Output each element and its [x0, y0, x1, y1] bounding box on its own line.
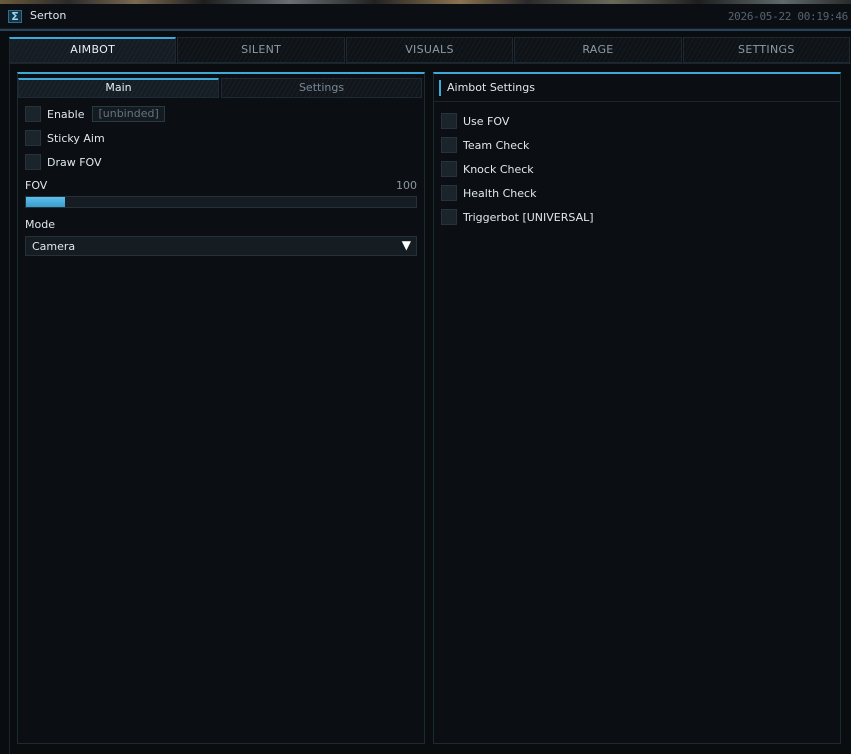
sub-tabs: Main Settings: [18, 78, 424, 98]
section-title: Aimbot Settings: [439, 80, 535, 96]
main-tabs: AIMBOT SILENT VISUALS RAGE SETTINGS: [9, 37, 851, 63]
enable-keybind-button[interactable]: [unbinded]: [92, 106, 165, 122]
use-fov-checkbox[interactable]: [441, 113, 457, 129]
tab-settings[interactable]: SETTINGS: [682, 37, 851, 63]
triggerbot-label: Triggerbot [UNIVERSAL]: [463, 210, 594, 224]
mode-dropdown-value: Camera: [32, 240, 76, 253]
use-fov-label: Use FOV: [463, 114, 510, 128]
subtab-main[interactable]: Main: [18, 78, 219, 98]
datetime-readout: 2026-05-22 00:19:46: [727, 10, 848, 23]
enable-label: Enable: [47, 107, 85, 121]
fov-slider-value: 100: [396, 179, 417, 192]
enable-checkbox[interactable]: [25, 106, 41, 122]
chevron-down-icon: ▼: [401, 238, 411, 252]
fov-slider-fill: [26, 197, 65, 207]
tab-silent[interactable]: SILENT: [177, 37, 345, 63]
subtab-settings[interactable]: Settings: [221, 78, 422, 98]
team-check-row: Team Check: [441, 136, 529, 154]
mode-label: Mode: [25, 218, 55, 231]
title-accent-line: [0, 29, 851, 31]
knock-check-checkbox[interactable]: [441, 161, 457, 177]
title-bar: Σ Serton 2026-05-22 00:19:46: [0, 4, 851, 29]
health-check-label: Health Check: [463, 186, 537, 200]
triggerbot-row: Triggerbot [UNIVERSAL]: [441, 208, 594, 226]
draw-fov-label: Draw FOV: [47, 155, 102, 169]
app-logo-icon: Σ: [8, 10, 22, 23]
knock-check-label: Knock Check: [463, 162, 534, 176]
health-check-row: Health Check: [441, 184, 536, 202]
sticky-aim-checkbox[interactable]: [25, 130, 41, 146]
draw-fov-row: Draw FOV: [25, 153, 102, 171]
health-check-checkbox[interactable]: [441, 185, 457, 201]
team-check-label: Team Check: [463, 138, 530, 152]
knock-check-row: Knock Check: [441, 160, 534, 178]
sticky-aim-label: Sticky Aim: [47, 131, 105, 145]
fov-slider[interactable]: [25, 196, 417, 208]
team-check-checkbox[interactable]: [441, 137, 457, 153]
tab-aimbot[interactable]: AIMBOT: [9, 37, 177, 63]
section-divider: [434, 101, 840, 102]
enable-row: Enable [unbinded]: [25, 105, 165, 123]
aimbot-settings-panel: Aimbot Settings Use FOV Team Check Knock…: [433, 72, 841, 744]
tab-rage[interactable]: RAGE: [514, 37, 682, 63]
draw-fov-checkbox[interactable]: [25, 154, 41, 170]
aimbot-main-panel: Main Settings Enable [unbinded] Sticky A…: [17, 72, 425, 744]
tab-visuals[interactable]: VISUALS: [345, 37, 514, 63]
use-fov-row: Use FOV: [441, 112, 509, 130]
triggerbot-checkbox[interactable]: [441, 209, 457, 225]
fov-slider-label: FOV: [25, 179, 48, 192]
mode-dropdown[interactable]: Camera ▼: [25, 236, 417, 256]
app-title: Serton: [30, 9, 67, 22]
sticky-aim-row: Sticky Aim: [25, 129, 105, 147]
